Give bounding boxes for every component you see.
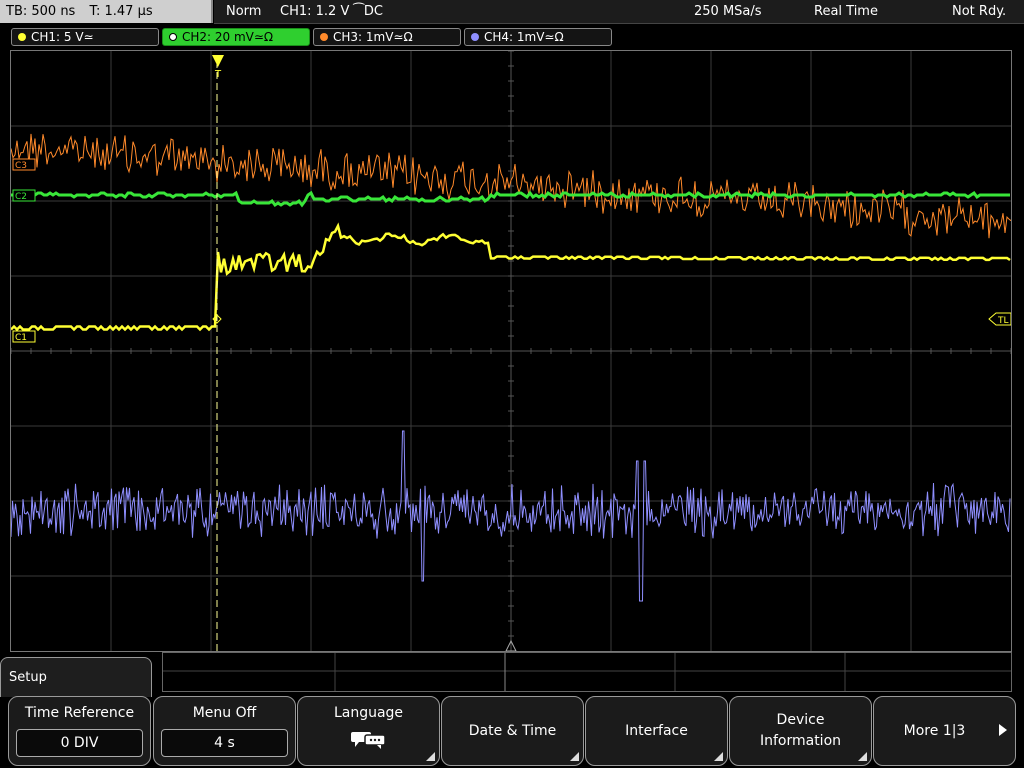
language-button[interactable]: Language <box>297 696 440 766</box>
device-information-label-2: Information <box>759 733 842 749</box>
timebase-value: TB: 500 ns <box>6 4 76 19</box>
interface-button[interactable]: Interface <box>585 696 728 766</box>
trigger-position-icon[interactable] <box>212 55 224 67</box>
more-label: More 1|3 <box>903 723 966 739</box>
time-reference-value: 0 DIV <box>16 729 143 757</box>
channel-tab-ch1[interactable]: CH1: 5 V≃ <box>11 28 159 46</box>
trigger-marker-label: T <box>214 69 222 80</box>
submenu-corner-icon <box>570 752 579 761</box>
acquisition-state: Not Rdy. <box>952 4 1007 19</box>
menu-off-label: Menu Off <box>192 705 257 721</box>
channel-tab-ch2[interactable]: CH2: 20 mV≃Ω <box>162 28 310 46</box>
submenu-corner-icon <box>714 752 723 761</box>
time-reference-label: Time Reference <box>24 705 135 721</box>
menu-strip-grid <box>163 653 1011 691</box>
waveform-display[interactable]: T C3 C2 C1 TL <box>10 50 1012 652</box>
menu-title-tab: Setup <box>0 657 152 697</box>
ch4-dot-icon <box>471 33 479 41</box>
interface-label: Interface <box>625 723 688 739</box>
device-information-label: Device <box>776 712 825 728</box>
more-button[interactable]: More 1|3 <box>873 696 1016 766</box>
timebase-box[interactable]: TB: 500 ns T: 1.47 µs <box>0 0 213 23</box>
ch3-label: CH3: 1mV≃Ω <box>333 30 413 44</box>
waveform-canvas: T C3 C2 C1 TL <box>11 51 1011 651</box>
ch2-dot-icon <box>169 33 177 41</box>
channel-tab-ch4[interactable]: CH4: 1mV≃Ω <box>464 28 612 46</box>
menu-info-strip <box>162 652 1012 692</box>
ch1-label: CH1: 5 V≃ <box>31 30 94 44</box>
time-reference-button[interactable]: Time Reference 0 DIV <box>8 696 151 766</box>
language-label: Language <box>333 705 404 721</box>
speech-bubble-icon <box>351 732 386 749</box>
ch1-marker-label: C1 <box>15 333 27 343</box>
acquisition-mode: Real Time <box>814 4 878 19</box>
sample-rate: 250 MSa/s <box>694 4 762 19</box>
next-page-arrow-icon <box>999 724 1007 736</box>
submenu-corner-icon <box>426 752 435 761</box>
trigger-mode[interactable]: Norm <box>226 0 261 23</box>
menu-off-button[interactable]: Menu Off 4 s <box>153 696 296 766</box>
ch2-marker-label: C2 <box>15 192 27 202</box>
submenu-corner-icon <box>858 752 867 761</box>
menu-title: Setup <box>9 670 47 685</box>
device-information-button[interactable]: Device Information <box>729 696 872 766</box>
menu-off-value: 4 s <box>161 729 288 757</box>
channel-tab-ch3[interactable]: CH3: 1mV≃Ω <box>313 28 461 46</box>
ch3-dot-icon <box>320 33 328 41</box>
ch1-dot-icon <box>18 33 26 41</box>
ch4-label: CH4: 1mV≃Ω <box>484 30 564 44</box>
trigger-setting[interactable]: CH1: 1.2 V ⁀DC <box>280 0 383 23</box>
date-time-button[interactable]: Date & Time <box>441 696 584 766</box>
ch2-label: CH2: 20 mV≃Ω <box>182 30 274 44</box>
trigger-time-value: T: 1.47 µs <box>89 4 153 19</box>
date-time-label: Date & Time <box>468 723 557 739</box>
status-bar: Norm CH1: 1.2 V ⁀DC 250 MSa/s Real Time … <box>214 0 1024 24</box>
graticule <box>11 51 1011 651</box>
trigger-level-label: TL <box>997 316 1009 326</box>
ch3-marker-label: C3 <box>15 161 27 171</box>
